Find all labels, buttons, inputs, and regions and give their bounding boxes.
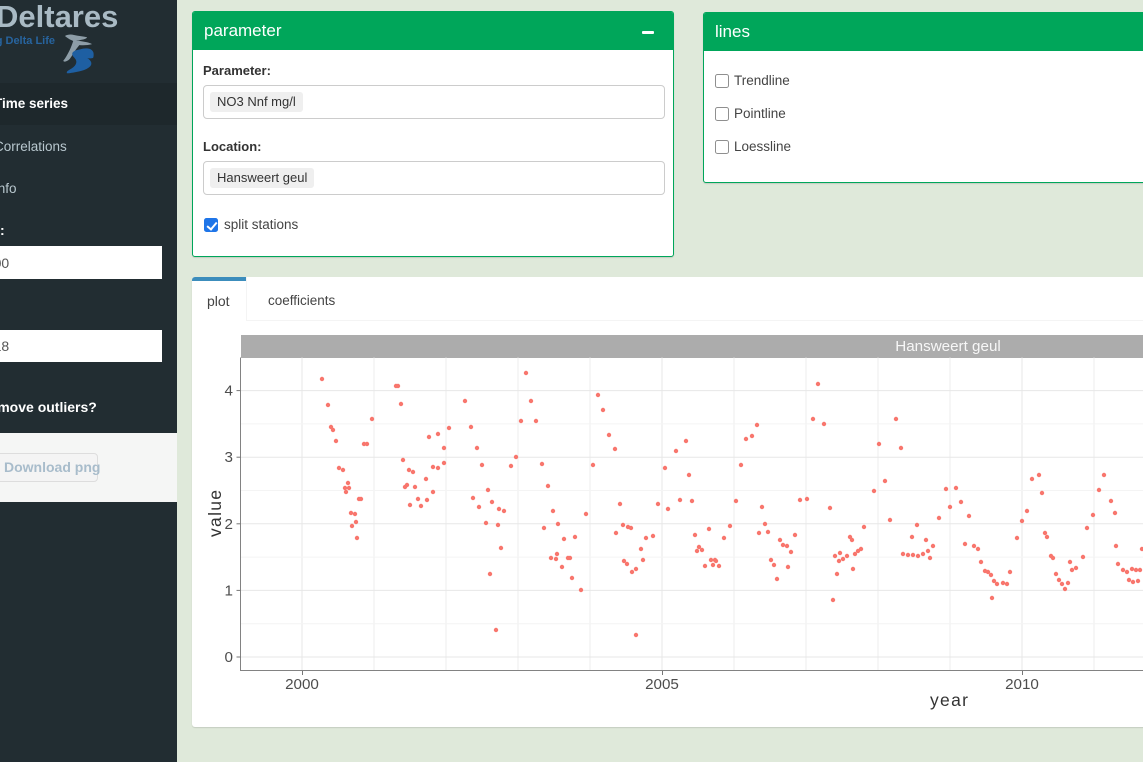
svg-text:2005: 2005 <box>645 676 679 690</box>
svg-text:1: 1 <box>225 582 233 599</box>
svg-text:2000: 2000 <box>285 676 319 690</box>
svg-text:0: 0 <box>225 649 233 666</box>
svg-text:2010: 2010 <box>1005 676 1039 690</box>
svg-text:4: 4 <box>225 383 233 400</box>
svg-text:2: 2 <box>225 516 233 533</box>
svg-text:Hansweert geul: Hansweert geul <box>895 338 1001 355</box>
svg-text:3: 3 <box>225 449 233 466</box>
